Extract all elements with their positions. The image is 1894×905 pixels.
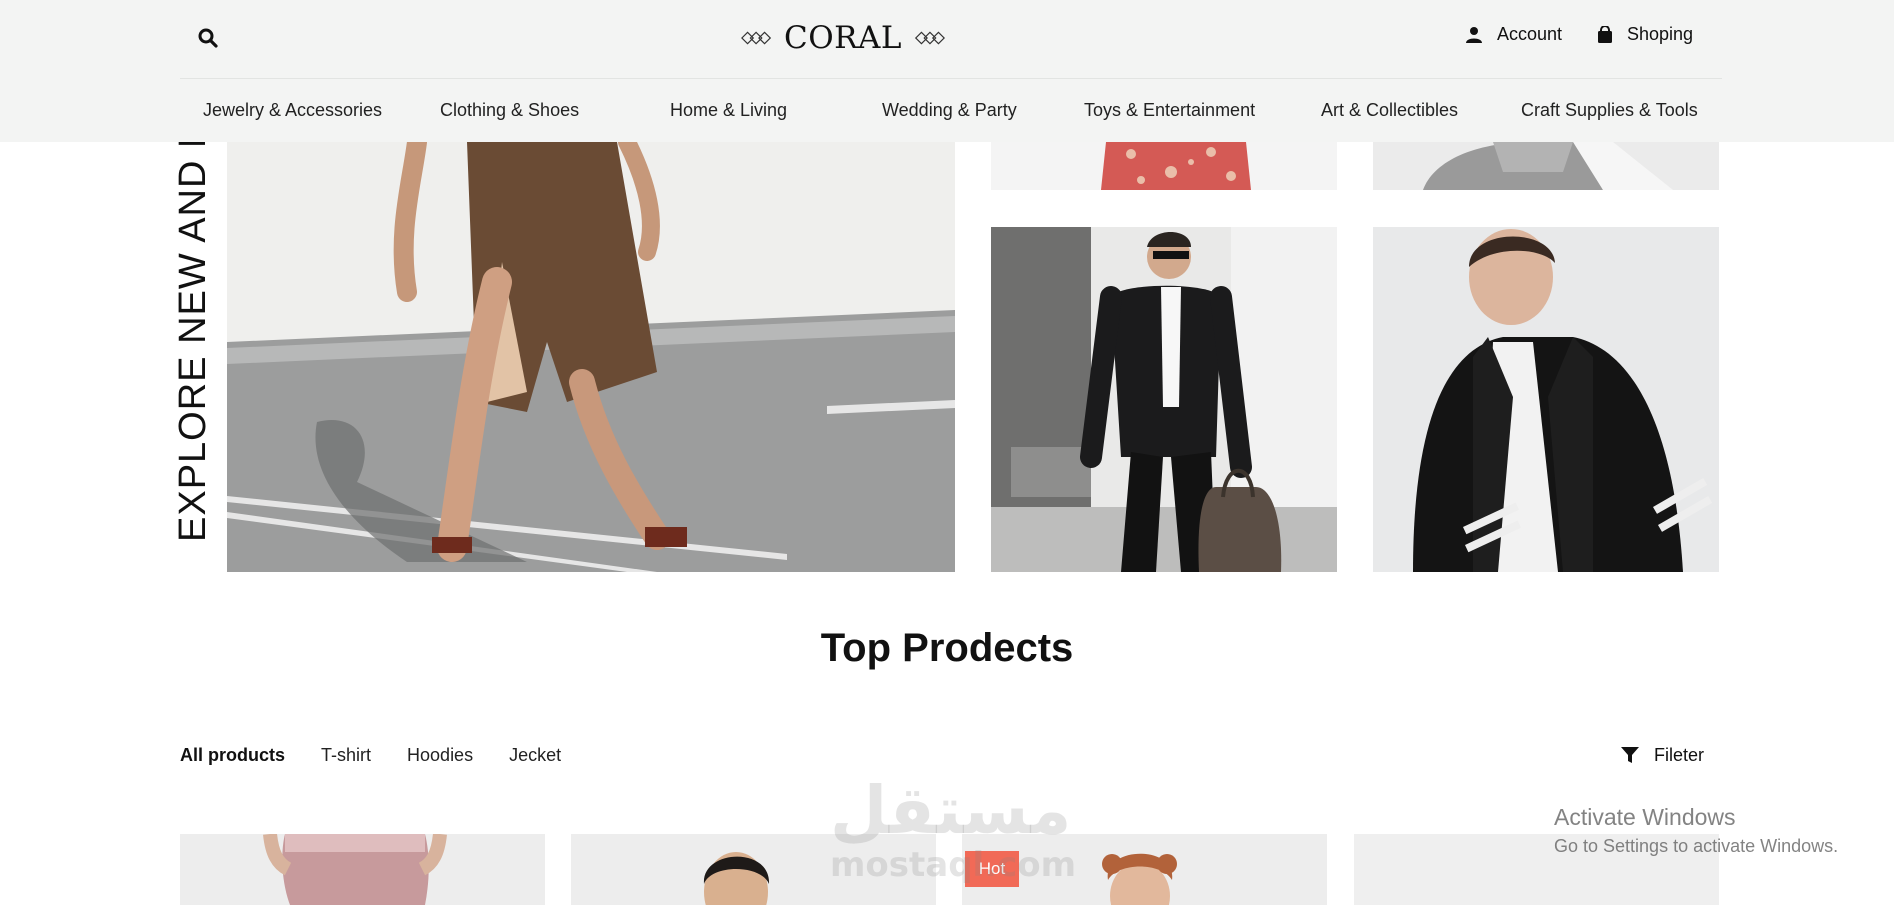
tab-all-products[interactable]: All products xyxy=(180,745,285,766)
category-nav: Jewelry & Accessories Clothing & Shoes H… xyxy=(180,79,1722,142)
floral-dress-image[interactable] xyxy=(991,142,1337,190)
nav-item-home[interactable]: Home & Living xyxy=(670,100,787,121)
filter-button[interactable]: Fileter xyxy=(1620,740,1704,770)
search-button[interactable] xyxy=(196,26,220,50)
hero-vertical-heading: EXPLORE NEW AND POPULAR STYLES xyxy=(172,142,220,542)
grey-sweater-image[interactable] xyxy=(1373,142,1719,190)
nav-item-jewelry[interactable]: Jewelry & Accessories xyxy=(203,100,382,121)
site-header: CORAL Account Shoping Jewelry & Accessor… xyxy=(0,0,1894,142)
man-cardigan-photo xyxy=(1373,227,1719,572)
hero-section: EXPLORE NEW AND POPULAR STYLES xyxy=(0,142,1894,572)
tab-jacket[interactable]: Jecket xyxy=(509,745,561,766)
nav-item-clothing[interactable]: Clothing & Shoes xyxy=(440,100,579,121)
nav-item-craft[interactable]: Craft Supplies & Tools xyxy=(1521,100,1698,121)
hero-vertical-text: EXPLORE NEW AND POPULAR STYLES xyxy=(172,142,214,542)
shopping-bag-icon xyxy=(1598,25,1612,43)
product-filter-tabs: All products T-shirt Hoodies Jecket xyxy=(180,740,561,770)
floral-dress-crop xyxy=(991,142,1337,190)
hot-badge: Hot xyxy=(965,851,1019,887)
diamond-ornament-icon xyxy=(741,31,772,45)
man-with-bag-image[interactable] xyxy=(991,227,1337,572)
brand-logo[interactable]: CORAL xyxy=(740,18,946,58)
product-card[interactable] xyxy=(180,834,545,905)
nav-item-wedding[interactable]: Wedding & Party xyxy=(882,100,1017,121)
hero-main-image[interactable] xyxy=(227,142,955,572)
top-products-title: Top Prodects xyxy=(820,626,1074,670)
shop-label: Shoping xyxy=(1627,24,1694,44)
nav-item-art[interactable]: Art & Collectibles xyxy=(1321,100,1458,121)
brand-name: CORAL xyxy=(784,20,902,56)
diamond-ornament-icon xyxy=(914,31,945,45)
product-card[interactable] xyxy=(571,834,936,905)
man-portrait-image xyxy=(571,834,936,905)
tab-hoodies[interactable]: Hoodies xyxy=(407,745,473,766)
grey-sweater-crop xyxy=(1373,142,1719,190)
account-link[interactable]: Account xyxy=(1465,24,1562,45)
search-icon xyxy=(198,28,218,48)
funnel-icon xyxy=(1621,747,1639,763)
man-with-bag-photo xyxy=(991,227,1337,572)
woman-walking-image xyxy=(227,142,955,572)
tab-tshirt[interactable]: T-shirt xyxy=(321,745,371,766)
man-cardigan-image[interactable] xyxy=(1373,227,1719,572)
account-label: Account xyxy=(1497,24,1563,44)
top-bar: CORAL Account Shoping xyxy=(180,0,1722,78)
nav-item-toys[interactable]: Toys & Entertainment xyxy=(1084,100,1255,121)
pink-pants-image xyxy=(180,834,545,905)
user-icon xyxy=(1466,26,1482,43)
shopping-link[interactable]: Shoping xyxy=(1597,24,1693,45)
filter-label: Fileter xyxy=(1654,744,1705,765)
activate-windows-title: Activate Windows xyxy=(1554,804,1736,830)
activate-windows-subtitle: Go to Settings to activate Windows. xyxy=(1554,836,1839,856)
